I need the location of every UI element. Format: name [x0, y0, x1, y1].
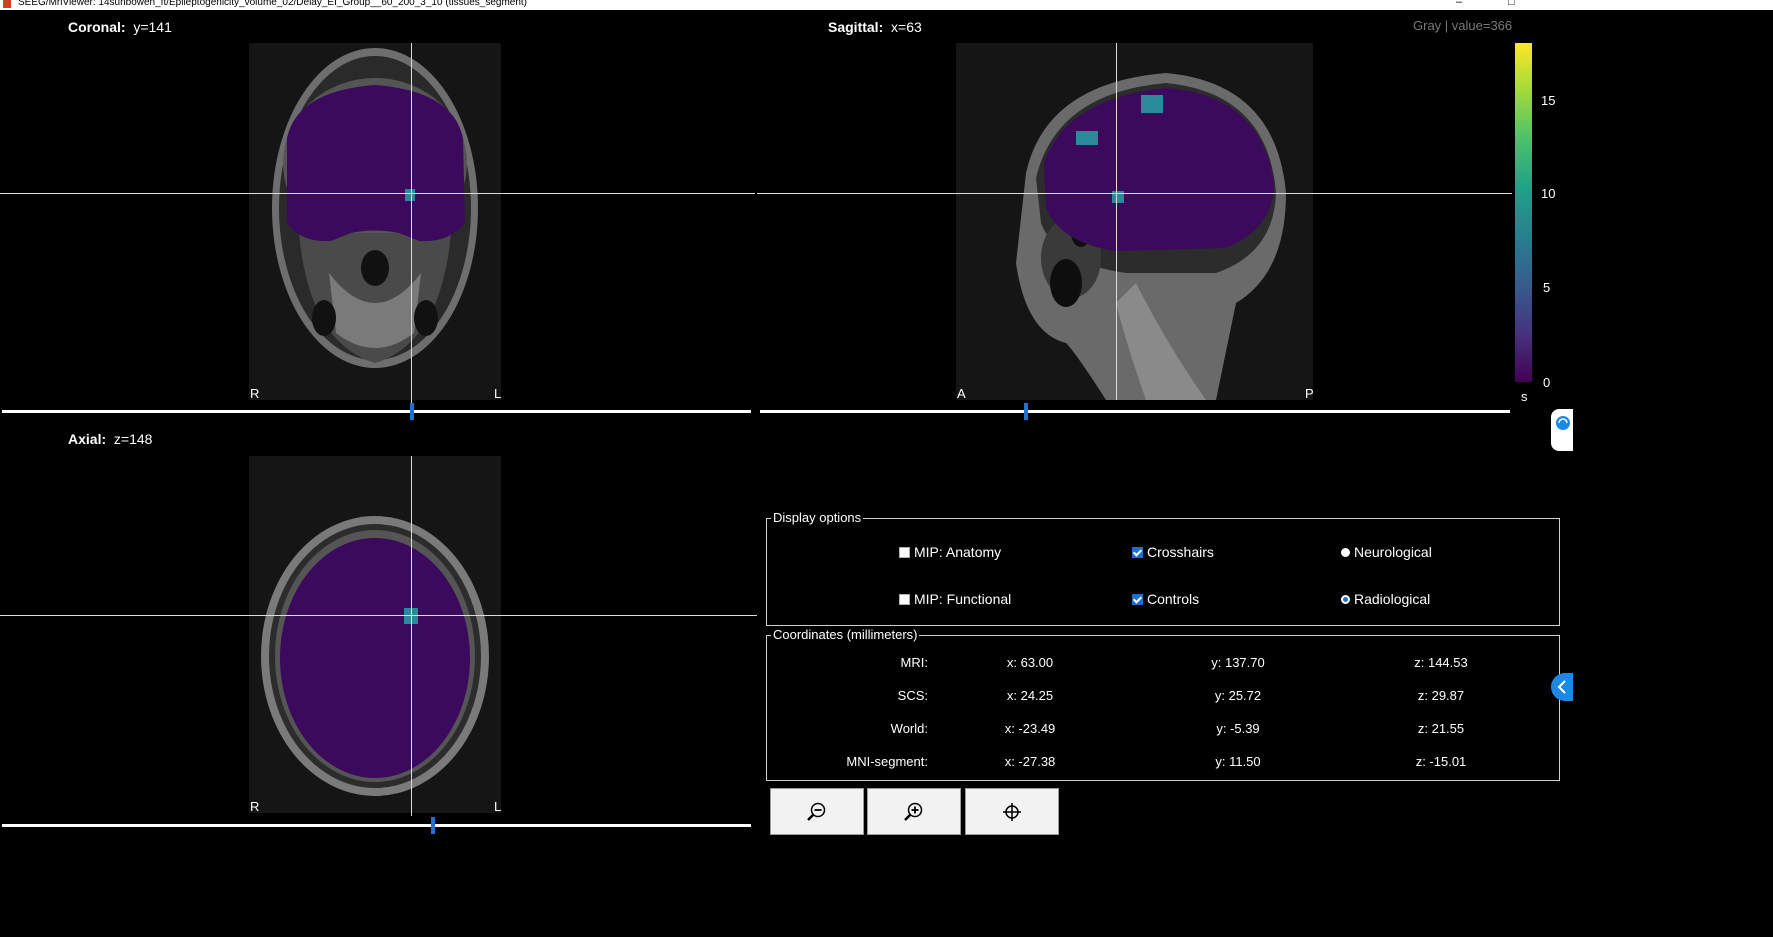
colorbar-unit: s	[1521, 389, 1528, 404]
sagittal-coordinate: x=63	[891, 19, 922, 35]
coord-x-value: x: -27.38	[1004, 754, 1056, 769]
crosshairs-box[interactable]	[1132, 546, 1143, 558]
coronal-view[interactable]: Coronal: y=141 R L	[0, 11, 755, 421]
chevron-left-icon	[1557, 680, 1566, 694]
mip-anatomy-checkbox[interactable]: MIP: Anatomy	[899, 544, 1001, 560]
zoom-in-button[interactable]	[867, 788, 961, 835]
window-titlebar: SEEG/MriViewer: 14sunbowen_ft/Epileptoge…	[0, 0, 1773, 10]
coord-z-value: z: 29.87	[1417, 688, 1465, 703]
coord-row-label: MRI:	[900, 655, 928, 670]
coord-row-label: SCS:	[897, 688, 928, 703]
zoom-out-icon	[807, 802, 826, 821]
mip-functional-checkbox[interactable]: MIP: Functional	[899, 591, 1011, 607]
sagittal-view-label: Sagittal: x=63	[828, 19, 922, 35]
axial-coordinate: z=148	[113, 431, 153, 447]
controls-checkbox[interactable]: Controls	[1132, 591, 1199, 607]
colorbar-tick-10: 10	[1541, 186, 1556, 201]
crosshair-target-icon	[1003, 802, 1021, 821]
sagittal-view[interactable]: Sagittal: x=63 A P	[757, 11, 1512, 421]
sagittal-crosshair-vertical	[1116, 43, 1117, 400]
zoom-out-button[interactable]	[770, 788, 864, 835]
coronal-crosshair-horizontal	[0, 193, 755, 194]
crosshairs-checkbox[interactable]: Crosshairs	[1132, 544, 1214, 560]
coordinates-panel: Coordinates (millimeters) MRI: x: 63.00 …	[766, 627, 1560, 781]
minimize-icon[interactable]: –	[1456, 0, 1462, 8]
coord-z-value: z: 21.55	[1417, 721, 1465, 736]
maximize-icon[interactable]: □	[1508, 0, 1515, 8]
app-icon	[3, 0, 11, 8]
mip-anatomy-box[interactable]	[899, 546, 910, 558]
coronal-view-label: Coronal: y=141	[68, 19, 172, 35]
coord-z-value: z: -15.01	[1415, 754, 1467, 769]
axial-slice-image[interactable]	[249, 456, 501, 813]
neurological-radio-dot[interactable]	[1341, 547, 1350, 557]
radiological-radio-dot[interactable]	[1341, 594, 1350, 604]
axial-view-label: Axial: z=148	[68, 431, 153, 447]
coord-y-value: y: 11.50	[1215, 754, 1261, 769]
axial-orient-left: R	[250, 799, 260, 814]
coord-x-value: x: -23.49	[1004, 721, 1056, 736]
controls-box[interactable]	[1132, 593, 1143, 605]
mip-functional-box[interactable]	[899, 593, 910, 605]
colorbar-tick-0: 0	[1543, 375, 1551, 390]
display-options-legend: Display options	[771, 510, 864, 525]
coord-row-label: World:	[890, 721, 928, 736]
collapse-side-tab[interactable]	[1551, 673, 1573, 701]
radiological-radio[interactable]: Radiological	[1341, 591, 1430, 607]
sagittal-slider-thumb[interactable]	[1024, 403, 1028, 420]
coord-z-value: z: 144.53	[1414, 655, 1468, 670]
zoom-in-icon	[904, 802, 923, 821]
coord-x-value: x: 24.25	[1006, 688, 1054, 703]
sagittal-orient-left: A	[957, 386, 966, 401]
sagittal-crosshair-horizontal	[757, 193, 1512, 194]
coord-x-value: x: 63.00	[1006, 655, 1054, 670]
sagittal-slice-slider[interactable]	[760, 410, 1510, 413]
coronal-slice-image[interactable]	[249, 43, 501, 400]
coronal-orient-left: R	[250, 386, 260, 401]
sagittal-slice-image[interactable]	[956, 43, 1313, 400]
axial-slice-slider[interactable]	[2, 824, 751, 827]
neurological-radio[interactable]: Neurological	[1341, 544, 1432, 560]
colorbar	[1515, 43, 1532, 382]
colorbar-tick-15: 15	[1541, 93, 1556, 108]
coronal-orient-right: L	[494, 386, 502, 401]
coordinates-legend: Coordinates (millimeters)	[771, 627, 920, 642]
axial-crosshair-horizontal	[0, 615, 757, 616]
window-title: SEEG/MriViewer: 14sunbowen_ft/Epileptoge…	[18, 0, 528, 8]
sagittal-orient-right: P	[1305, 386, 1314, 401]
colorbar-tick-5: 5	[1543, 280, 1551, 295]
coronal-crosshair-vertical	[411, 43, 412, 413]
coord-y-value: y: 25.72	[1214, 688, 1262, 703]
axial-view[interactable]: Axial: z=148 R L	[0, 425, 757, 837]
axial-orient-right: L	[494, 799, 502, 814]
axial-crosshair-vertical	[411, 456, 412, 816]
coronal-coordinate: y=141	[133, 19, 172, 35]
coord-y-value: y: -5.39	[1216, 721, 1260, 736]
coronal-slider-thumb[interactable]	[410, 403, 414, 420]
display-options-panel: Display options MIP: Anatomy MIP: Functi…	[766, 510, 1560, 626]
gray-value-readout: Gray | value=366	[1413, 18, 1513, 33]
crosshair-target-button[interactable]	[965, 788, 1059, 835]
coord-y-value: y: 137.70	[1211, 655, 1265, 670]
coord-row-label: MNI-segment:	[846, 754, 928, 769]
coronal-slice-slider[interactable]	[2, 410, 751, 413]
side-panel-tab[interactable]	[1551, 409, 1573, 451]
sync-icon	[1556, 416, 1570, 430]
axial-slider-thumb[interactable]	[431, 817, 435, 834]
